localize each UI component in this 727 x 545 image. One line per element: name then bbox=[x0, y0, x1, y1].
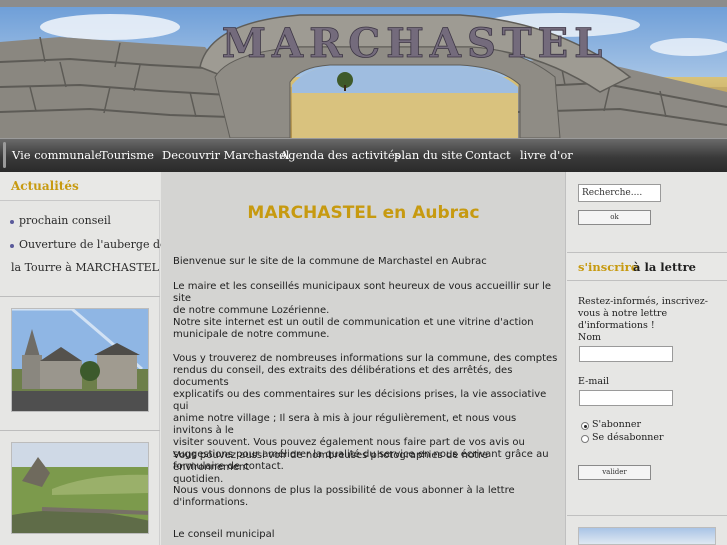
newsletter-intro: Restez-informés, inscrivez-vous à notre … bbox=[578, 296, 708, 331]
submit-button[interactable]: valider bbox=[578, 465, 651, 480]
news-item-prochain-conseil[interactable]: prochain conseil bbox=[19, 214, 111, 227]
nav-item-plan-du-site[interactable]: plan du site bbox=[394, 148, 462, 162]
paragraph-site: Notre site internet est un outil de comm… bbox=[173, 317, 534, 340]
divider bbox=[0, 296, 160, 297]
page-title: MARCHASTEL en Aubrac bbox=[247, 203, 480, 223]
right-sidebar: ok s'inscrire à la lettre Restez-informé… bbox=[567, 172, 727, 545]
newsletter-heading: à la lettre bbox=[633, 260, 696, 274]
email-label: E-mail bbox=[578, 376, 610, 387]
header-banner: MARCHASTEL bbox=[0, 7, 727, 138]
paragraph-maire: Le maire et les conseillés municipaux so… bbox=[173, 281, 552, 316]
landscape-photo bbox=[11, 442, 149, 534]
paragraph-signature: Le conseil municipal bbox=[173, 529, 275, 540]
bullet-icon bbox=[10, 244, 14, 248]
newsletter-heading-accent: s'inscrire bbox=[578, 260, 639, 274]
nav-item-decouvrir-marchastel[interactable]: Decouvrir Marchastel bbox=[162, 148, 289, 162]
banner-title: MARCHASTEL bbox=[222, 20, 608, 67]
news-heading-box: Actualités bbox=[0, 172, 160, 201]
news-item-auberge-cont[interactable]: la Tourre à MARCHASTEL bbox=[11, 261, 159, 274]
unsubscribe-radio[interactable] bbox=[581, 435, 589, 443]
divider bbox=[0, 430, 160, 431]
subscribe-radio[interactable] bbox=[581, 422, 589, 430]
nav-item-livre-dor[interactable]: livre d'or bbox=[520, 148, 573, 162]
main-content: MARCHASTEL en Aubrac Bienvenue sur le si… bbox=[161, 172, 566, 545]
nav-lead-marker bbox=[3, 142, 6, 168]
nav-item-tourisme[interactable]: Tourisme bbox=[100, 148, 154, 162]
newsletter-heading-box: s'inscrire à la lettre bbox=[567, 252, 727, 281]
main-nav: Vie communale Tourisme Decouvrir Marchas… bbox=[0, 138, 727, 172]
nav-item-vie-communale[interactable]: Vie communale bbox=[12, 148, 102, 162]
search-input[interactable] bbox=[578, 184, 661, 202]
top-strip bbox=[0, 0, 727, 7]
unsubscribe-label: Se désabonner bbox=[592, 432, 664, 443]
search-ok-button[interactable]: ok bbox=[578, 210, 651, 225]
nav-item-agenda[interactable]: Agenda des activités bbox=[280, 148, 401, 162]
left-sidebar: Actualités prochain conseil Ouverture de… bbox=[0, 172, 167, 545]
church-photo bbox=[11, 308, 149, 412]
paragraph-photos: Vous pouvez aussi voir de nombreuses pho… bbox=[173, 450, 489, 485]
sidebar-photo bbox=[578, 527, 716, 545]
paragraph-lettre: Nous vous donnons de plus la possibilité… bbox=[173, 485, 515, 508]
email-field[interactable] bbox=[579, 390, 673, 406]
bullet-icon bbox=[10, 220, 14, 224]
nom-field[interactable] bbox=[579, 346, 673, 362]
news-item-auberge[interactable]: Ouverture de l'auberge de bbox=[19, 238, 167, 251]
divider bbox=[567, 515, 727, 516]
nav-item-contact[interactable]: Contact bbox=[465, 148, 511, 162]
paragraph-welcome: Bienvenue sur le site de la commune de M… bbox=[173, 256, 487, 267]
news-heading: Actualités bbox=[11, 179, 79, 193]
subscribe-label: S'abonner bbox=[592, 419, 641, 430]
nom-label: Nom bbox=[578, 332, 602, 343]
